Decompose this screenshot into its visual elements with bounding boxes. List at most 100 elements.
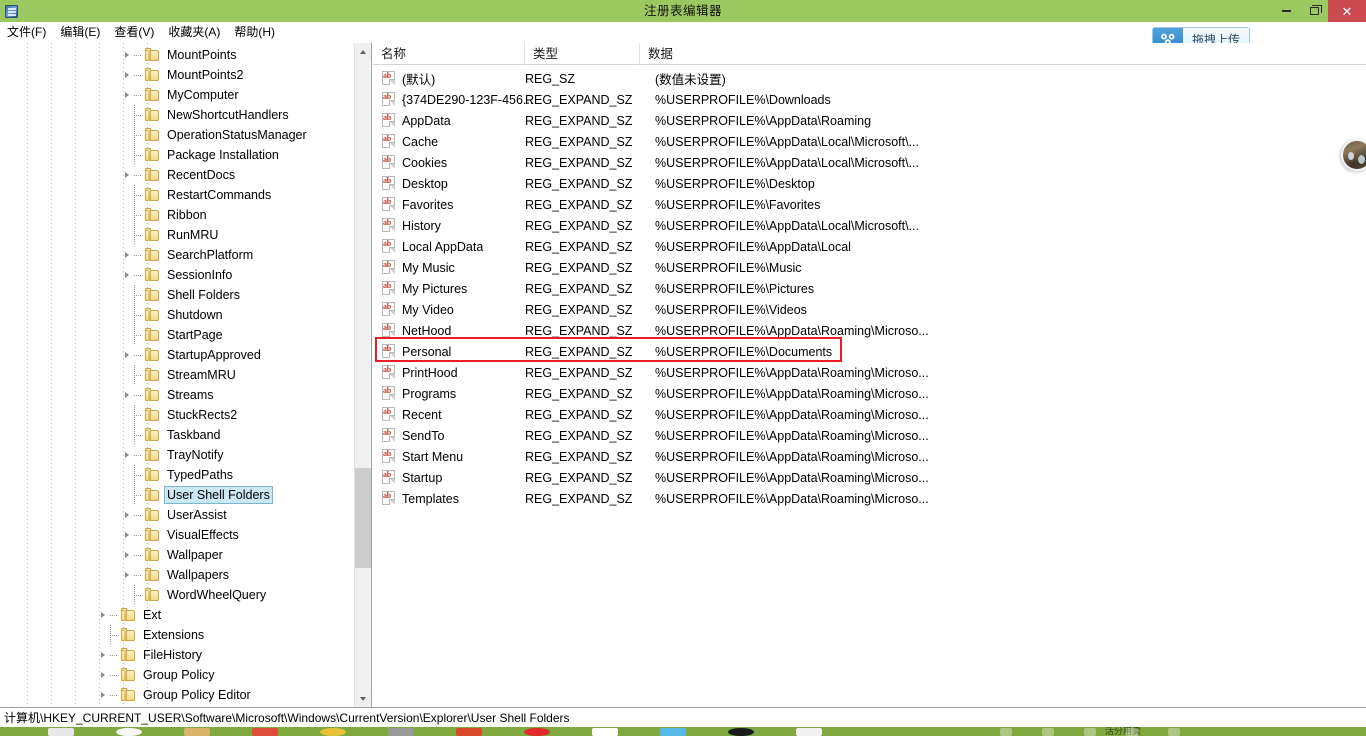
table-row[interactable]: ab {374DE290-123F-456... REG_EXPAND_SZ %USE… [373,89,1366,110]
expand-arrow-icon[interactable] [96,665,110,685]
tree-item-runmru[interactable]: RunMRU [0,225,355,245]
taskbar-app-icon[interactable] [524,728,550,736]
tree-item-restartcommands[interactable]: RestartCommands [0,185,355,205]
tree-item-ribbon[interactable]: Ribbon [0,205,355,225]
expand-arrow-icon[interactable] [120,445,134,465]
tree-scrollbar[interactable] [354,43,371,707]
taskbar-tray-icon[interactable] [1168,728,1180,736]
tree-item-mycomputer[interactable]: MyComputer [0,85,355,105]
minimize-button[interactable] [1272,0,1300,22]
tree-item-newshortcuthandlers[interactable]: NewShortcutHandlers [0,105,355,125]
tree-item-startupapproved[interactable]: StartupApproved [0,345,355,365]
menu-help[interactable]: 帮助(H) [227,23,282,42]
taskbar-app-icon[interactable] [660,728,686,736]
taskbar-app-icon[interactable] [728,728,754,736]
maximize-button[interactable] [1300,0,1328,22]
tree-item-visualeffects[interactable]: VisualEffects [0,525,355,545]
tree-item-mountpoints2[interactable]: MountPoints2 [0,65,355,85]
tree-item-ext[interactable]: Ext [0,605,355,625]
taskbar-app-icon[interactable] [48,728,74,736]
table-row[interactable]: ab PrintHood REG_EXPAND_SZ %USERPROFILE%\Ap… [373,362,1366,383]
expand-arrow-icon[interactable] [96,685,110,705]
taskbar-tray-icon[interactable] [1000,728,1012,736]
tree-item-startpage[interactable]: StartPage [0,325,355,345]
table-row[interactable]: ab Recent REG_EXPAND_SZ %USERPROFILE%\AppDa… [373,404,1366,425]
column-header-name[interactable]: 名称 [373,43,525,65]
expand-arrow-icon[interactable] [120,245,134,265]
expand-arrow-icon[interactable] [120,385,134,405]
taskbar-app-icon[interactable] [184,728,210,736]
tree-item-wordwheelquery[interactable]: WordWheelQuery [0,585,355,605]
table-row[interactable]: ab My Pictures REG_EXPAND_SZ %USERPROFILE%\… [373,278,1366,299]
expand-arrow-icon[interactable] [96,645,110,665]
tree-item-traynotify[interactable]: TrayNotify [0,445,355,465]
expand-arrow-icon[interactable] [120,505,134,525]
tree-scroll-up-button[interactable] [355,43,371,60]
expand-arrow-icon[interactable] [120,545,134,565]
taskbar-tray-icon[interactable] [1084,728,1096,736]
table-row[interactable]: ab Local AppData REG_EXPAND_SZ %USERPROFILE… [373,236,1366,257]
column-header-type[interactable]: 类型 [525,43,640,65]
tree-item-sessioninfo[interactable]: SessionInfo [0,265,355,285]
table-row[interactable]: ab Start Menu REG_EXPAND_SZ %USERPROFILE%\A… [373,446,1366,467]
registry-tree-pane[interactable]: MountPoints MountPoints2 MyComputer NewShor… [0,43,372,707]
table-row[interactable]: ab Desktop REG_EXPAND_SZ %USERPROFILE%\Desk… [373,173,1366,194]
tree-item-group-policy[interactable]: Group Policy [0,665,355,685]
taskbar-app-icon[interactable] [592,728,618,736]
tree-item-shutdown[interactable]: Shutdown [0,305,355,325]
tree-item-mountpoints[interactable]: MountPoints [0,45,355,65]
tree-item-extensions[interactable]: Extensions [0,625,355,645]
expand-arrow-icon[interactable] [120,265,134,285]
expand-arrow-icon[interactable] [120,525,134,545]
tree-item-taskband[interactable]: Taskband [0,425,355,445]
taskbar-tray-icon[interactable] [1126,728,1138,736]
table-row[interactable]: ab NetHood REG_EXPAND_SZ %USERPROFILE%\AppD… [373,320,1366,341]
table-row[interactable]: ab AppData REG_EXPAND_SZ %USERPROFILE%\AppD… [373,110,1366,131]
tree-item-wallpapers[interactable]: Wallpapers [0,565,355,585]
tree-item-userassist[interactable]: UserAssist [0,505,355,525]
menu-edit[interactable]: 编辑(E) [53,23,107,42]
taskbar-app-icon[interactable] [116,728,142,736]
table-row[interactable]: ab Programs REG_EXPAND_SZ %USERPROFILE%\App… [373,383,1366,404]
tree-item-user-shell-folders[interactable]: User Shell Folders [0,485,355,505]
tree-item-searchplatform[interactable]: SearchPlatform [0,245,355,265]
expand-arrow-icon[interactable] [120,45,134,65]
tree-item-recentdocs[interactable]: RecentDocs [0,165,355,185]
table-row[interactable]: ab My Video REG_EXPAND_SZ %USERPROFILE%\Vid… [373,299,1366,320]
tree-item-group-policy-editor[interactable]: Group Policy Editor [0,685,355,705]
tree-item-stuckrects2[interactable]: StuckRects2 [0,405,355,425]
table-row[interactable]: ab Startup REG_EXPAND_SZ %USERPROFILE%\AppD… [373,467,1366,488]
table-row[interactable]: ab Favorites REG_EXPAND_SZ %USERPROFILE%\Fa… [373,194,1366,215]
taskbar-app-icon[interactable] [388,728,414,736]
menu-view[interactable]: 查看(V) [107,23,161,42]
table-row[interactable]: ab Personal REG_EXPAND_SZ %USERPROFILE%\Doc… [373,341,1366,362]
table-row[interactable]: ab Templates REG_EXPAND_SZ %USERPROFILE%\Ap… [373,488,1366,509]
tree-item-wallpaper[interactable]: Wallpaper [0,545,355,565]
taskbar-app-icon[interactable] [796,728,822,736]
tree-item-package-installation[interactable]: Package Installation [0,145,355,165]
registry-values-pane[interactable]: 名称 类型 数据 ab (默认) REG_SZ (数值未设置) ab {374DE290-… [373,43,1366,707]
floating-avatar[interactable] [1341,139,1366,171]
table-row[interactable]: ab Cookies REG_EXPAND_SZ %USERPROFILE%\AppD… [373,152,1366,173]
menu-favorites[interactable]: 收藏夹(A) [161,23,227,42]
expand-arrow-icon[interactable] [120,165,134,185]
table-row[interactable]: ab My Music REG_EXPAND_SZ %USERPROFILE%\Mus… [373,257,1366,278]
taskbar-tray-icon[interactable] [1042,728,1054,736]
tree-scroll-down-button[interactable] [355,690,371,707]
close-button[interactable]: ✕ [1328,0,1366,22]
column-header-data[interactable]: 数据 [640,43,1340,65]
tree-item-streammru[interactable]: StreamMRU [0,365,355,385]
taskbar-app-icon[interactable] [456,728,482,736]
expand-arrow-icon[interactable] [96,605,110,625]
taskbar-app-icon[interactable] [252,728,278,736]
tree-item-streams[interactable]: Streams [0,385,355,405]
expand-arrow-icon[interactable] [120,345,134,365]
tree-item-typedpaths[interactable]: TypedPaths [0,465,355,485]
taskbar-app-icon[interactable] [320,728,346,736]
table-row[interactable]: ab (默认) REG_SZ (数值未设置) [373,68,1366,89]
expand-arrow-icon[interactable] [120,65,134,85]
expand-arrow-icon[interactable] [120,85,134,105]
menu-file[interactable]: 文件(F) [0,23,53,42]
taskbar[interactable]: 活分用卖 [0,727,1366,736]
tree-scroll-thumb[interactable] [355,468,371,568]
